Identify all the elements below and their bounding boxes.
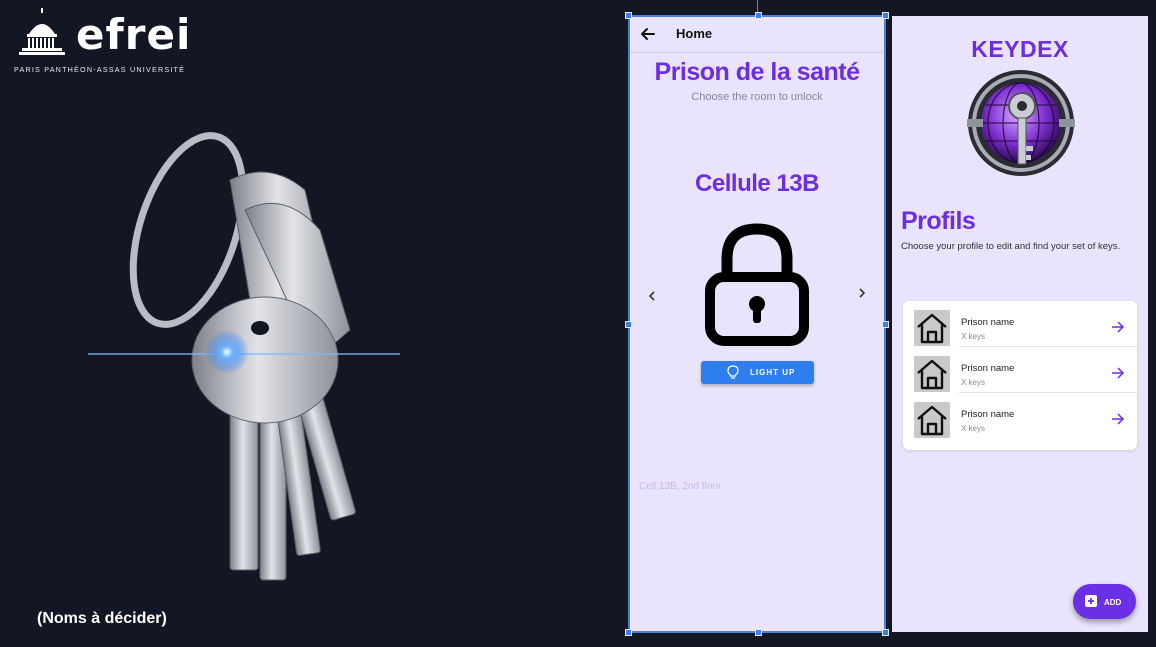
- profile-list: Prison name X keys Prison name X keys Pr…: [903, 301, 1137, 450]
- app-bar: Home: [629, 16, 885, 53]
- caption-text: (Noms à décider): [37, 610, 167, 627]
- profile-key-count: X keys: [961, 378, 986, 387]
- logo-wordmark: efrei: [76, 10, 192, 59]
- padlock-icon[interactable]: [704, 221, 810, 347]
- list-item[interactable]: Prison name X keys: [903, 301, 1137, 347]
- pantheon-dome-icon: [19, 8, 65, 55]
- keydex-emblem-icon: [967, 70, 1075, 176]
- light-up-button[interactable]: LIGHT UP: [701, 361, 814, 384]
- app-bar-title: Home: [676, 26, 713, 41]
- lightbulb-icon: [727, 365, 739, 379]
- add-box-icon: [1085, 595, 1097, 607]
- selection-anchor: [757, 0, 758, 14]
- profile-name: Prison name: [961, 409, 1015, 420]
- profiles-screen: KEYDEX Profils Choose your profile to ed…: [892, 16, 1148, 632]
- light-up-label: LIGHT UP: [750, 368, 796, 377]
- chevron-right-icon[interactable]: [856, 285, 868, 301]
- key-ring-photo: [88, 132, 400, 581]
- home-screen: Home Prison de la santé Choose the room …: [629, 16, 885, 632]
- profiles-subtitle: Choose your profile to edit and find you…: [901, 241, 1121, 252]
- cell-description: Cell 13B, 2nd floor.: [639, 481, 724, 492]
- back-arrow-icon[interactable]: [639, 25, 657, 43]
- chevron-left-icon[interactable]: [646, 288, 658, 304]
- profile-name: Prison name: [961, 363, 1015, 374]
- arrow-right-icon[interactable]: [1111, 321, 1125, 333]
- profile-key-count: X keys: [961, 332, 986, 341]
- house-icon: [914, 402, 950, 438]
- house-icon: [914, 356, 950, 392]
- list-item[interactable]: Prison name X keys: [903, 347, 1137, 393]
- add-button[interactable]: ADD: [1073, 584, 1136, 619]
- arrow-right-icon[interactable]: [1111, 413, 1125, 425]
- profile-name: Prison name: [961, 317, 1015, 328]
- logo-subtitle: PARIS PANTHÉON-ASSAS UNIVERSITÉ: [14, 65, 186, 74]
- profile-key-count: X keys: [961, 424, 986, 433]
- page-subtitle: Choose the room to unlock: [691, 91, 823, 103]
- page-title: Prison de la santé: [654, 58, 860, 86]
- list-item[interactable]: Prison name X keys: [903, 393, 1137, 439]
- profiles-title: Profils: [901, 207, 976, 235]
- house-icon: [914, 310, 950, 346]
- add-button-label: ADD: [1104, 598, 1122, 607]
- app-name: KEYDEX: [971, 36, 1069, 62]
- arrow-right-icon[interactable]: [1111, 367, 1125, 379]
- cell-name: Cellule 13B: [695, 170, 819, 197]
